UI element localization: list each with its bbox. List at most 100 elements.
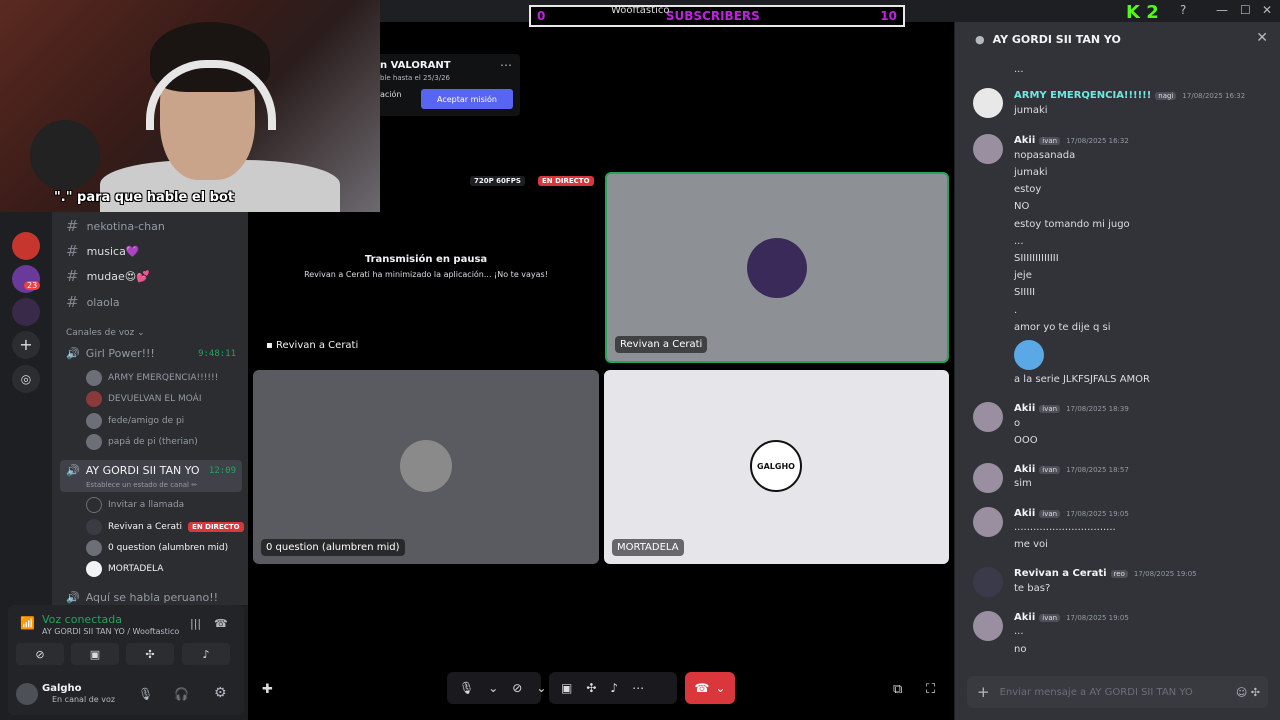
message-line: estoy — [1014, 184, 1042, 195]
channel-status[interactable]: Establece un estado de canal ✏ — [86, 481, 197, 489]
add-server-icon[interactable]: + — [12, 331, 40, 359]
voice-user[interactable]: DEVUELVAN EL MOÁI — [86, 391, 201, 407]
avatar[interactable] — [973, 134, 1003, 164]
message-line: NO — [1014, 201, 1030, 212]
chat-header: ● AY GORDI SII TAN YO ✕ — [955, 22, 1280, 56]
headphones-icon[interactable]: 🎧 — [174, 687, 189, 701]
screen-share-icon[interactable]: ▣ — [561, 681, 572, 695]
message-author[interactable]: Akii ivan 17/08/2025 18:39 — [1014, 403, 1129, 414]
sub-count-right: 10 — [880, 9, 897, 23]
avatar[interactable] — [973, 507, 1003, 537]
invite-to-call[interactable]: Invitar a llamada — [86, 497, 184, 513]
more-icon[interactable]: ⋯ — [632, 681, 644, 695]
help-icon[interactable]: ? — [1180, 3, 1186, 17]
emoji-icon[interactable]: ☺ ✣ — [1236, 686, 1260, 699]
voice-channel-peruano[interactable]: 🔊 Aquí se habla peruano!! — [66, 591, 242, 604]
channel-olaola[interactable]: # olaola — [66, 293, 120, 311]
close-icon[interactable]: ✕ — [1256, 30, 1268, 46]
avatar[interactable] — [16, 683, 38, 705]
maximize-button[interactable]: ☐ — [1240, 3, 1251, 17]
screen-share-button[interactable]: ▣ — [71, 643, 119, 665]
fullscreen-icon[interactable]: ⛶ — [926, 682, 935, 697]
message-author[interactable]: Akii ivan 17/08/2025 16:32 — [1014, 135, 1129, 146]
chat-title: AY GORDI SII TAN YO — [992, 32, 1121, 46]
message-line: ... — [1014, 64, 1024, 75]
message-author[interactable]: Akii ivan 17/08/2025 18:57 — [1014, 464, 1129, 475]
disconnect-icon[interactable]: ☎ — [214, 617, 228, 630]
message-author[interactable]: ARMY EMERQENCIA!!!!!! nagi 17/08/2025 16:3… — [1014, 90, 1245, 101]
username[interactable]: Galgho — [42, 683, 82, 694]
avatar[interactable] — [973, 463, 1003, 493]
role-tag: ivan — [1039, 510, 1061, 518]
quest-subtitle: ble hasta el 25/3/26 — [380, 74, 451, 82]
channel-mudae[interactable]: # mudae😍💕 — [66, 267, 150, 285]
voice-user[interactable]: 0 question (alumbren mid) — [86, 540, 228, 556]
close-window-button[interactable]: ✕ — [1262, 3, 1272, 17]
quest-popup: n VALORANT ble hasta el 25/3/26 ⋯ ación … — [370, 54, 520, 116]
hash-icon: # — [66, 293, 79, 311]
voice-user[interactable]: Revivan a Cerati EN DIRECTO — [86, 519, 244, 535]
voice-user[interactable]: fede/amigo de pi — [86, 413, 184, 429]
message-author[interactable]: Revivan a Cerati reo 17/08/2025 19:05 — [1014, 568, 1197, 579]
message-author[interactable]: Akii ivan 17/08/2025 19:05 — [1014, 612, 1129, 623]
invite-icon[interactable]: ✚ — [262, 682, 273, 697]
server-icon[interactable] — [12, 232, 40, 260]
channel-nekotina[interactable]: # nekotina-chan — [66, 217, 165, 235]
voice-channel-ay-gordi[interactable]: 🔊 AY GORDI SII TAN YO 12:09 — [66, 464, 242, 477]
noise-suppression-icon[interactable]: ||| — [190, 617, 201, 630]
activity-controls: ▣ ✣ ♪ ⋯ — [549, 672, 677, 704]
chevron-down-icon[interactable]: ⌄ — [536, 681, 546, 695]
video-tile[interactable]: GALGHO MORTADELA — [604, 370, 949, 564]
message-composer[interactable]: + Enviar mensaje a AY GORDI SII TAN YO ☺… — [967, 676, 1268, 708]
server-icon[interactable] — [12, 298, 40, 326]
video-tile[interactable]: Revivan a Cerati — [605, 172, 949, 363]
avatar — [86, 561, 102, 577]
activities-button[interactable]: ✣ — [126, 643, 174, 665]
mic-icon[interactable]: 🎙 — [459, 681, 474, 695]
camera-button[interactable]: ⊘ — [16, 643, 64, 665]
avatar[interactable] — [973, 611, 1003, 641]
channel-musica[interactable]: # musica💜 — [66, 242, 140, 260]
cam-caption: "." para que hable el bot — [54, 190, 235, 205]
camera-off-icon[interactable]: ⊘ — [512, 681, 522, 695]
message-author[interactable]: Akii ivan 17/08/2025 19:05 — [1014, 508, 1129, 519]
accept-quest-button[interactable]: Aceptar misión — [421, 89, 513, 109]
minimize-button[interactable]: — — [1216, 3, 1228, 17]
voice-category[interactable]: Canales de voz ⌄ — [66, 328, 145, 338]
more-icon[interactable]: ⋯ — [500, 58, 512, 72]
message-line: nopasanada — [1014, 150, 1076, 161]
popout-icon[interactable]: ⧉ — [893, 682, 902, 697]
chevron-down-icon[interactable]: ⌄ — [715, 681, 725, 695]
message-input[interactable]: Enviar mensaje a AY GORDI SII TAN YO — [1000, 687, 1193, 698]
soundboard-button[interactable]: ♪ — [182, 643, 230, 665]
mic-icon[interactable]: 🎙 — [138, 687, 153, 701]
voice-sub[interactable]: AY GORDI SII TAN YO / Wooftastico — [42, 627, 179, 636]
avatar[interactable] — [973, 88, 1003, 118]
discover-icon[interactable]: ◎ — [12, 365, 40, 393]
plus-icon[interactable]: + — [977, 683, 990, 701]
paused-title: Transmisión en pausa — [364, 254, 488, 265]
avatar[interactable] — [973, 567, 1003, 597]
voice-user[interactable]: papá de pi (therian) — [86, 434, 198, 450]
message-line: ................................ — [1014, 522, 1116, 533]
avatar[interactable] — [973, 402, 1003, 432]
avatar — [86, 434, 102, 450]
activities-icon[interactable]: ✣ — [586, 681, 596, 695]
voice-user[interactable]: ARMY EMERQENCIA!!!!!! — [86, 370, 218, 386]
voice-timer: 9:48:11 — [198, 348, 236, 359]
tile-name: Revivan a Cerati — [615, 336, 708, 353]
add-user-icon — [86, 497, 102, 513]
voice-user[interactable]: MORTADELA — [86, 561, 163, 577]
message-time: 17/08/2025 18:57 — [1066, 466, 1129, 474]
hang-up-button[interactable]: ☎ ⌄ — [685, 672, 735, 704]
voice-channel-girl-power[interactable]: 🔊 Girl Power!!! 9:48:11 — [66, 347, 242, 360]
video-tile[interactable]: 0 question (alumbren mid) — [253, 370, 599, 564]
settings-gear-icon[interactable]: ⚙ — [214, 685, 227, 701]
message-line: amor yo te dije q si — [1014, 322, 1111, 333]
soundboard-icon[interactable]: ♪ — [610, 681, 618, 695]
message-line: SIIIII — [1014, 287, 1036, 298]
voice-status[interactable]: Voz conectada — [42, 613, 122, 626]
quest-secondary-button[interactable]: ación — [380, 90, 402, 99]
sub-who: Wooftastico — [611, 5, 670, 16]
chevron-down-icon[interactable]: ⌄ — [488, 681, 498, 695]
